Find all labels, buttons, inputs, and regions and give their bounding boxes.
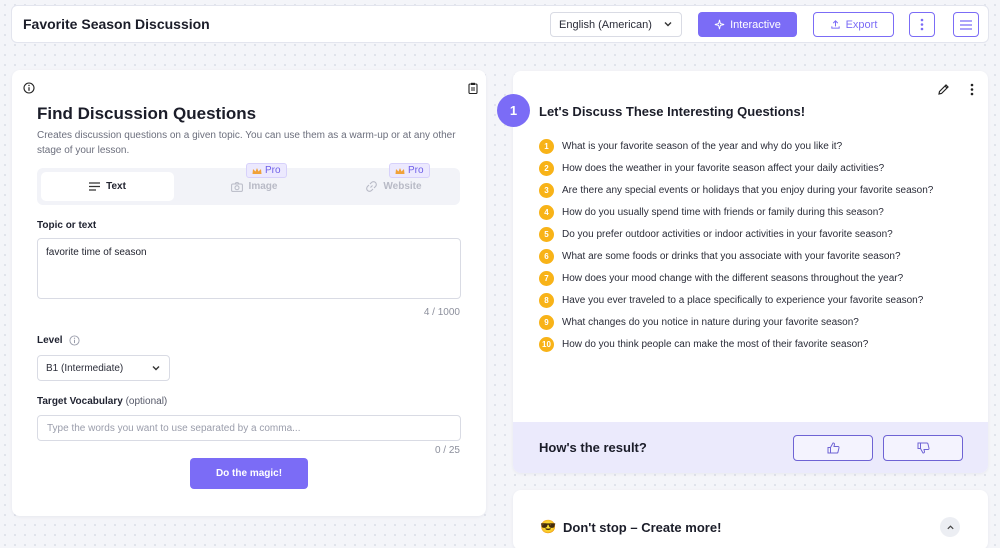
pro-badge: Pro [246,163,287,178]
sparkle-icon [714,19,725,30]
thumbs-down-icon [917,442,930,454]
camera-icon [230,181,243,192]
page-title: Favorite Season Discussion [23,16,210,32]
question-number: 4 [539,205,554,220]
tab-image-label: Image [248,181,278,192]
level-value: B1 (Intermediate) [46,363,124,374]
question-number: 10 [539,337,554,352]
pro-label: Pro [408,165,424,176]
top-bar: Favorite Season Discussion English (Amer… [11,5,989,43]
question-number: 3 [539,183,554,198]
thumbs-up-button[interactable] [793,435,873,461]
generator-title: Find Discussion Questions [37,104,257,123]
topic-label: Topic or text [37,220,97,231]
language-value: English (American) [559,19,652,31]
step-number-badge: 1 [497,94,530,127]
interactive-button[interactable]: Interactive [698,12,797,37]
vertical-dots-icon[interactable] [970,83,974,96]
topic-counter: 4 / 1000 [423,307,460,318]
text-lines-icon [89,182,101,191]
vocab-label-row: Target Vocabulary (optional) [37,396,167,407]
chevron-up-icon [946,524,954,529]
topic-value: favorite time of season [46,247,147,258]
language-select[interactable]: English (American) [550,12,682,37]
upload-icon [830,20,840,29]
hamburger-icon [960,19,972,30]
crown-icon [252,167,262,174]
question-text: How does your mood change with the diffe… [562,273,904,284]
tab-text[interactable]: Text [41,172,174,201]
tab-text-label: Text [106,181,126,192]
do-the-magic-button[interactable]: Do the magic! [190,458,308,489]
feedback-bar: How's the result? [513,422,988,473]
vertical-dots-icon [920,18,924,31]
vocab-placeholder: Type the words you want to use separated… [47,423,301,434]
menu-button[interactable] [953,12,979,37]
question-number: 7 [539,271,554,286]
question-number: 1 [539,139,554,154]
thumbs-up-icon [827,442,840,454]
question-list: 1 What is your favorite season of the yea… [539,132,933,359]
create-more-panel: 😎 Don't stop – Create more! [513,490,988,548]
question-number: 2 [539,161,554,176]
sunglasses-emoji-icon: 😎 [540,519,557,534]
vocab-label: Target Vocabulary [37,396,123,407]
question-text: Have you ever traveled to a place specif… [562,295,924,306]
question-number: 6 [539,249,554,264]
level-select[interactable]: B1 (Intermediate) [37,355,170,381]
question-number: 8 [539,293,554,308]
list-item: 10 How do you think people can make the m… [539,330,933,359]
topic-textarea[interactable]: favorite time of season [37,238,461,299]
result-title: Let's Discuss These Interesting Question… [539,104,806,119]
create-more-title: Don't stop – Create more! [563,520,722,535]
question-text: What is your favorite season of the year… [562,141,843,152]
question-text: How do you usually spend time with frien… [562,207,884,218]
question-text: Are there any special events or holidays… [562,185,934,196]
more-options-button[interactable] [909,12,935,37]
chevron-down-icon [664,22,672,27]
vocab-optional: (optional) [125,396,168,407]
pencil-icon[interactable] [937,83,950,96]
clipboard-icon[interactable] [468,82,478,94]
question-text: Do you prefer outdoor activities or indo… [562,229,893,240]
interactive-label: Interactive [730,18,781,31]
question-text: How do you think people can make the mos… [562,339,869,350]
tab-image[interactable]: Image Pro [189,163,319,201]
vocab-counter: 0 / 25 [434,445,460,456]
tab-website-label: Website [383,181,422,192]
question-text: What changes do you notice in nature dur… [562,317,859,328]
export-label: Export [845,18,878,31]
crown-icon [395,167,405,174]
info-icon[interactable] [23,82,35,94]
generator-description: Creates discussion questions on a given … [37,130,456,156]
input-type-tabs: Text Image Pro Website Pro [37,163,460,205]
info-icon[interactable] [69,335,80,346]
link-icon [366,181,378,192]
chevron-down-icon [152,366,160,371]
level-label-row: Level [37,335,80,346]
question-text: What are some foods or drinks that you a… [562,251,901,262]
question-text: How does the weather in your favorite se… [562,163,885,174]
collapse-button[interactable] [940,517,960,537]
pro-badge: Pro [389,163,430,178]
feedback-label: How's the result? [539,440,647,455]
vocabulary-input[interactable]: Type the words you want to use separated… [37,415,461,441]
generator-panel: Find Discussion Questions Creates discus… [12,70,486,516]
pro-label: Pro [265,165,281,176]
question-number: 5 [539,227,554,242]
level-label: Level [37,335,63,346]
thumbs-down-button[interactable] [883,435,963,461]
export-button[interactable]: Export [813,12,894,37]
result-panel: Let's Discuss These Interesting Question… [513,71,988,473]
tab-website[interactable]: Website Pro [329,163,459,201]
question-number: 9 [539,315,554,330]
